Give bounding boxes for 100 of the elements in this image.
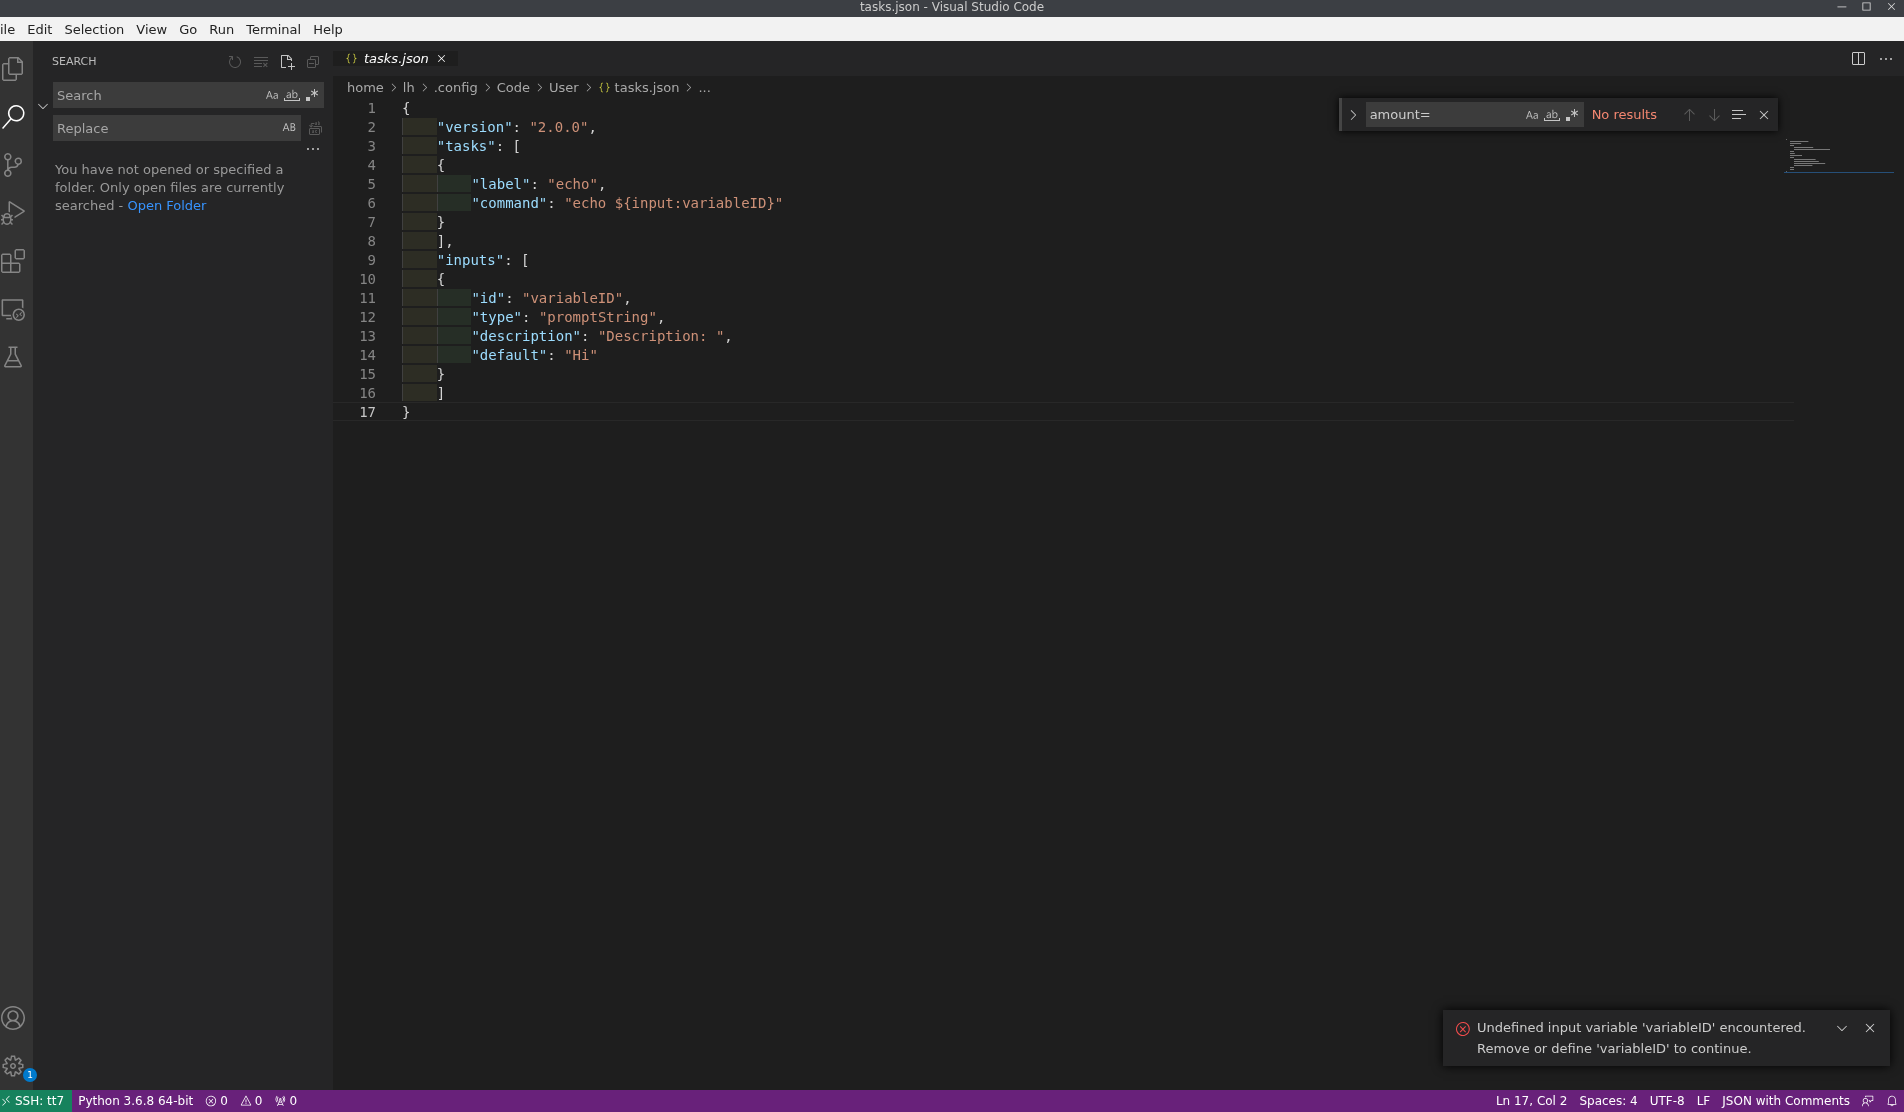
error-icon: [1455, 1021, 1471, 1037]
window-title: tasks.json - Visual Studio Code: [859, 1, 1045, 13]
warnings-status[interactable]: 0: [233, 1094, 269, 1108]
minimap[interactable]: [1784, 139, 1894, 173]
editor-tab[interactable]: tasks.json: [333, 51, 458, 66]
code-line: {: [402, 99, 411, 116]
notification-detail: Remove or define 'variableID' to continue.: [1477, 1041, 1753, 1056]
indent-guide: [402, 308, 437, 325]
maximize-icon[interactable]: [1860, 0, 1873, 13]
ports-icon: [274, 1095, 287, 1107]
json-file-icon: [345, 52, 358, 65]
find-field[interactable]: amount=: [1369, 102, 1520, 127]
line-number: 8: [366, 232, 376, 249]
no-folder-message: You have not opened or specified a folder. Only open files are currently searched - Open Folder: [55, 161, 286, 215]
status-item[interactable]: Ln 17, Col 2: [1489, 1094, 1574, 1108]
find-result: No results: [1591, 107, 1657, 122]
regex-icon[interactable]: [1563, 106, 1580, 123]
status-item[interactable]: Spaces: 4: [1573, 1094, 1644, 1108]
search-field[interactable]: Search: [57, 82, 260, 108]
code-line: ]: [436, 384, 446, 401]
line-number: 2: [366, 118, 376, 135]
menu-item[interactable]: Go: [173, 21, 204, 37]
line-number: 13: [358, 327, 376, 344]
new-file-icon[interactable]: [279, 53, 295, 70]
breadcrumb[interactable]: tasks.json: [597, 79, 680, 95]
regex-icon[interactable]: [304, 87, 320, 103]
menu-item[interactable]: View: [130, 21, 174, 37]
status-item[interactable]: LF: [1690, 1094, 1717, 1108]
search-box[interactable]: Search: [53, 82, 324, 108]
whole-word-icon[interactable]: [284, 87, 300, 103]
line-number: 6: [366, 194, 376, 211]
line-number: 17: [358, 403, 376, 420]
breadcrumb[interactable]: User: [548, 79, 579, 95]
line-number: 3: [366, 137, 376, 154]
line-number: 16: [358, 384, 376, 401]
errors-status[interactable]: 0: [199, 1094, 234, 1108]
line-number: 4: [366, 156, 376, 173]
code-line: }: [436, 213, 446, 230]
status-item[interactable]: UTF-8: [1643, 1094, 1691, 1108]
account-icon[interactable]: [0, 1006, 25, 1030]
indent-guide: [402, 270, 437, 287]
indent-guide: [402, 156, 437, 173]
indent-guide: [436, 194, 472, 211]
indent-guide: [402, 365, 437, 382]
breadcrumb[interactable]: ...: [698, 79, 711, 95]
menu-item[interactable]: Terminal: [240, 21, 308, 37]
line-number: 9: [366, 251, 376, 268]
line-number: 12: [358, 308, 376, 325]
code-line: }: [436, 365, 446, 382]
code-line: "type": "promptString",: [471, 308, 666, 325]
line-number: 14: [358, 346, 376, 363]
ports-status[interactable]: 0: [268, 1094, 304, 1108]
notification-badge: 1: [23, 1068, 37, 1082]
indent-guide: [402, 213, 437, 230]
code-line: "id": "variableID",: [471, 289, 632, 306]
indent-guide: [436, 308, 472, 325]
menu-item[interactable]: Selection: [58, 21, 131, 37]
indent-guide: [402, 251, 437, 268]
close-icon[interactable]: [1885, 0, 1898, 13]
json-file-icon: [597, 80, 611, 94]
menu-item[interactable]: Run: [203, 21, 241, 37]
line-number: 7: [366, 213, 376, 230]
code-line: "inputs": [: [436, 251, 530, 268]
indent-guide: [436, 327, 472, 344]
open-folder-link[interactable]: Open Folder: [127, 198, 207, 213]
code-line: "tasks": [: [436, 137, 522, 154]
indent-guide: [402, 175, 437, 192]
indent-guide: [402, 194, 437, 211]
gear-icon[interactable]: [0, 1054, 25, 1078]
breadcrumb[interactable]: lh: [402, 79, 415, 95]
find-box[interactable]: amount=: [1365, 102, 1584, 127]
interpreter-status[interactable]: Python 3.6.8 64-bit: [72, 1094, 200, 1108]
indent-guide: [402, 118, 437, 135]
code-line: "label": "echo",: [471, 175, 607, 192]
line-number: 1: [366, 99, 376, 116]
indent-guide: [402, 289, 437, 306]
feedback-icon[interactable]: [1862, 1095, 1874, 1107]
menu-item[interactable]: ile: [0, 21, 22, 37]
code-line: ],: [436, 232, 454, 249]
code-line: }: [402, 403, 411, 420]
breadcrumb[interactable]: .config: [433, 79, 478, 95]
breadcrumb[interactable]: home: [347, 79, 384, 95]
tab-label: tasks.json: [364, 51, 429, 66]
line-number: 5: [366, 175, 376, 192]
indent-guide: [402, 346, 437, 363]
errors-icon: [205, 1095, 218, 1107]
code-line: {: [436, 156, 446, 173]
remote-indicator[interactable]: SSH: tt7: [0, 1090, 73, 1112]
sidebar-title: SEARCH: [52, 55, 97, 68]
menu-item[interactable]: Help: [307, 21, 349, 37]
indent-guide: [436, 175, 472, 192]
menu-item[interactable]: Edit: [21, 21, 59, 37]
indent-guide: [436, 289, 472, 306]
status-item[interactable]: JSON with Comments: [1716, 1094, 1856, 1108]
breadcrumb[interactable]: Code: [496, 79, 530, 95]
code-line: "command": "echo ${input:variableID}": [471, 194, 784, 211]
indent-guide: [436, 346, 472, 363]
code-line: "description": "Description: ",: [471, 327, 733, 344]
bell-icon[interactable]: [1886, 1095, 1898, 1107]
split-editor-icon[interactable]: [1850, 50, 1866, 67]
